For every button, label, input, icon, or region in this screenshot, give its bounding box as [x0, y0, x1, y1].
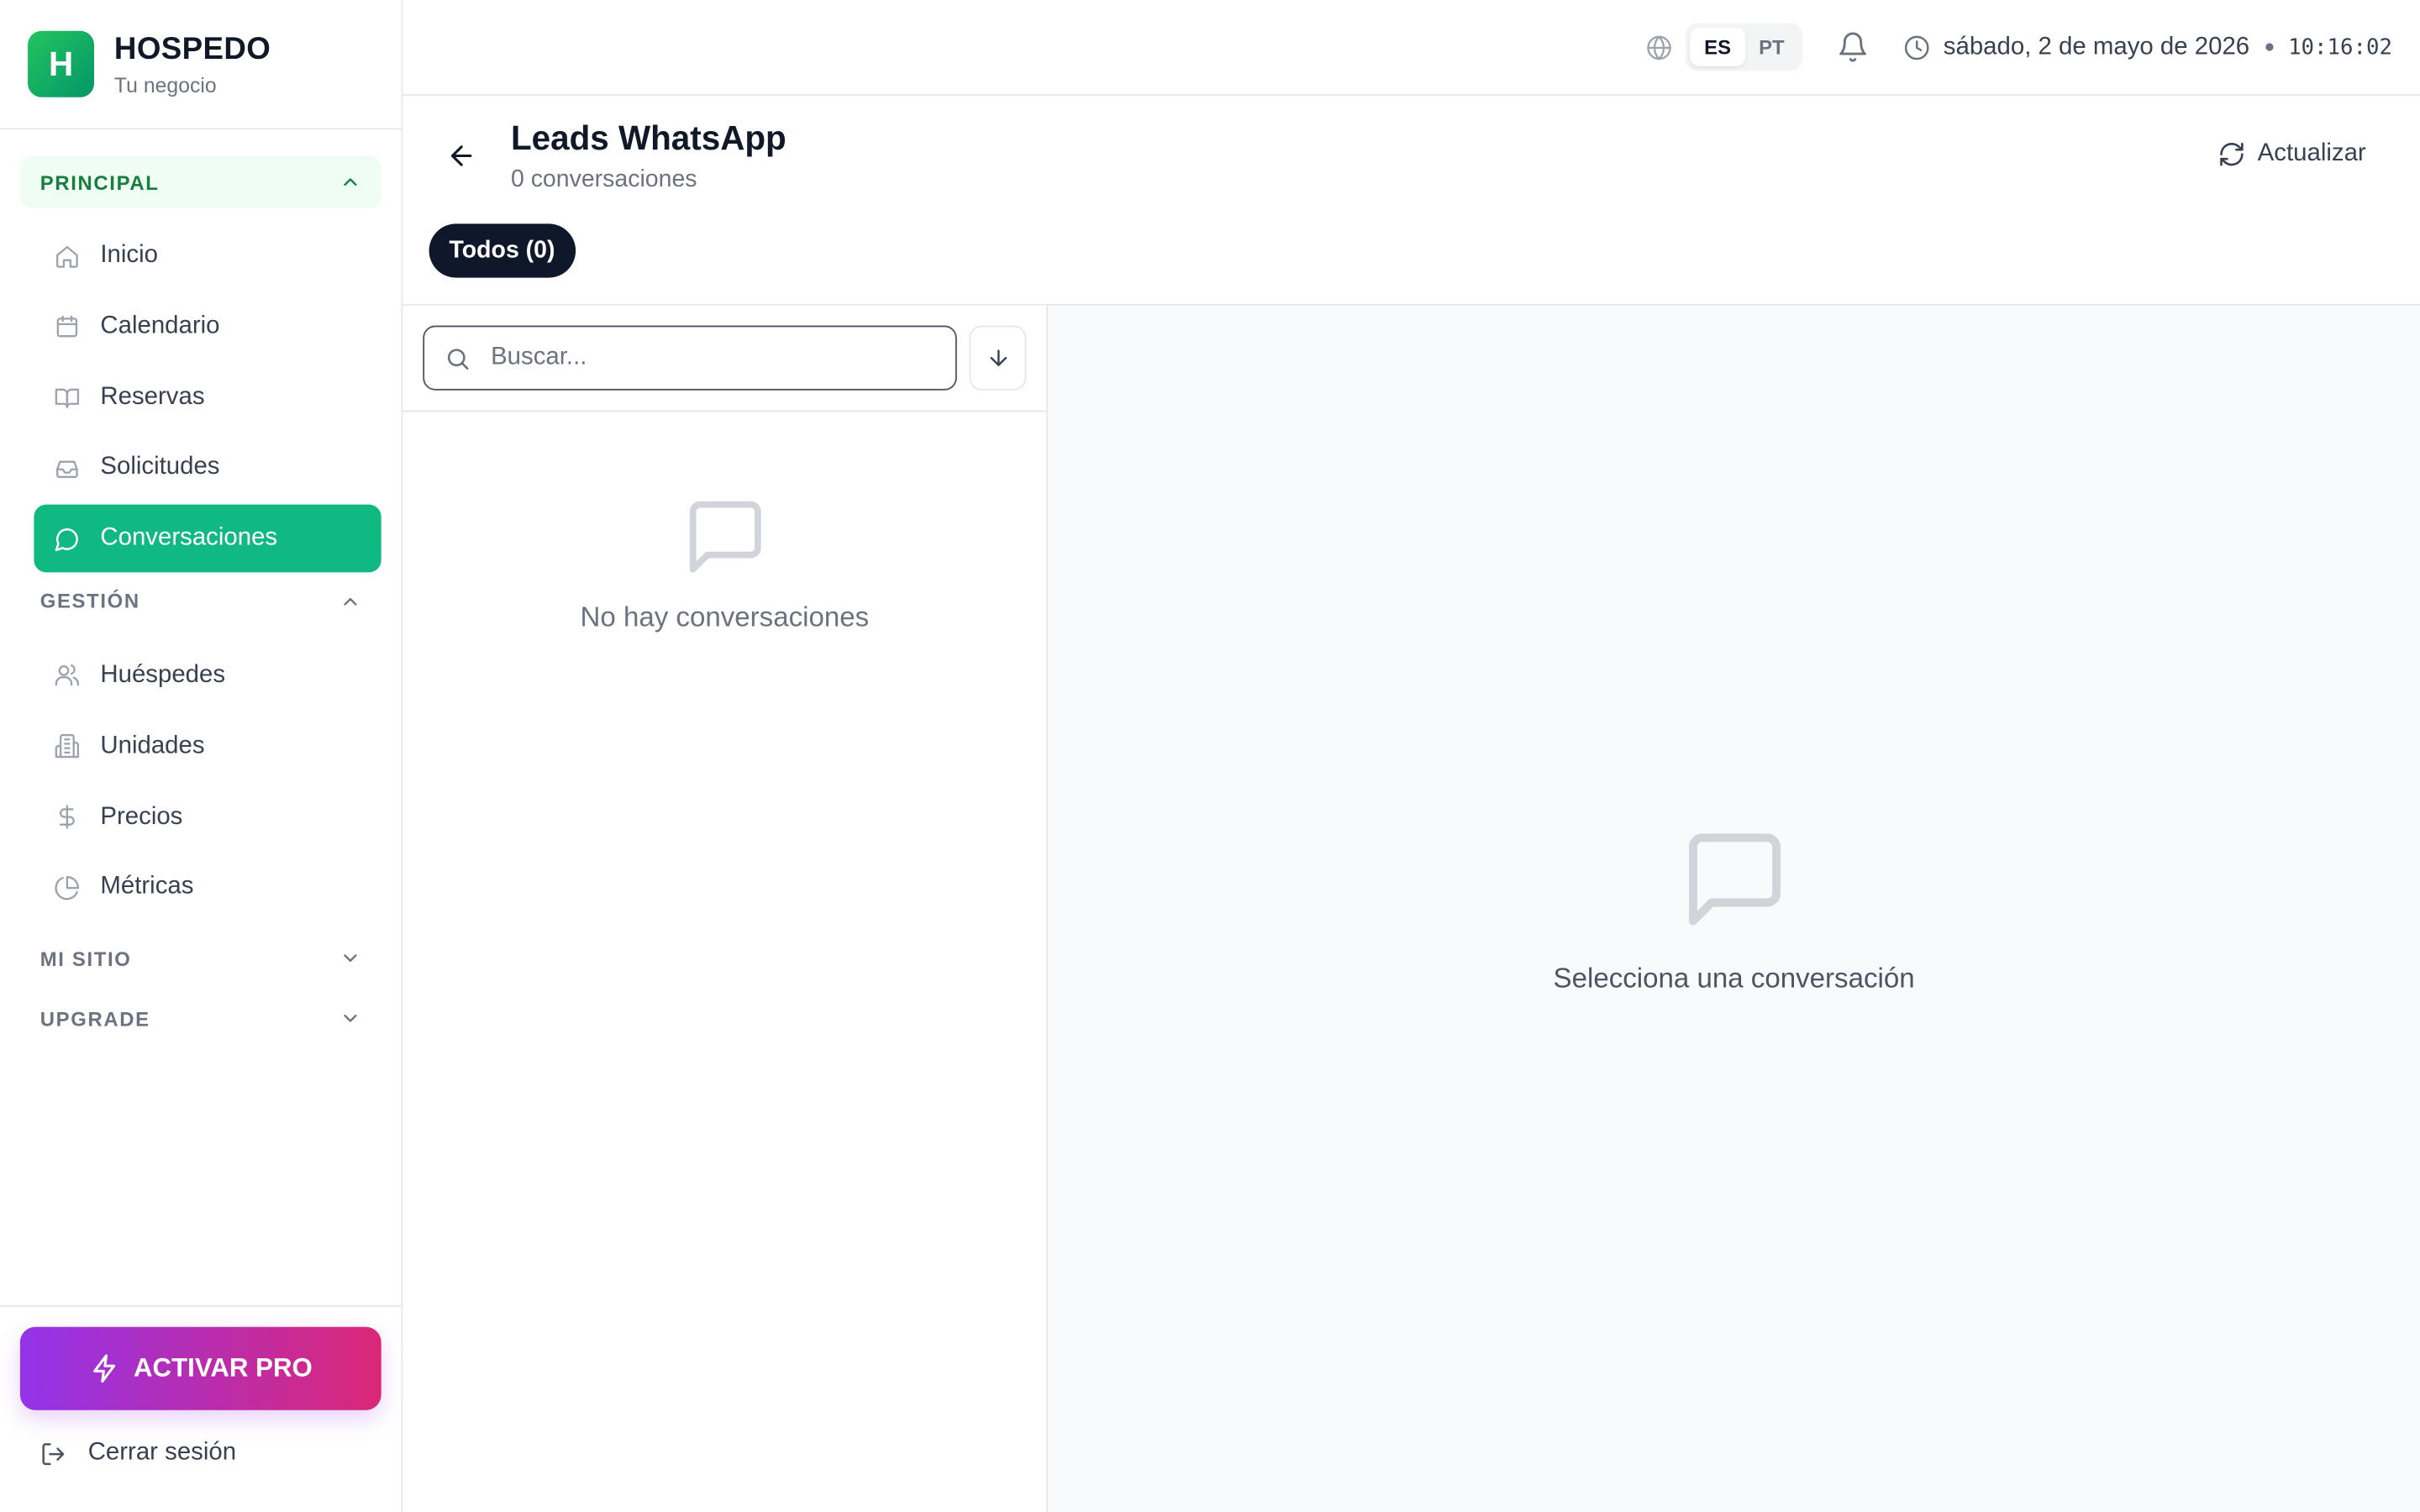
sidebar-item-label: Conversaciones — [100, 524, 278, 552]
sidebar-item-solicitudes[interactable]: Solicitudes — [34, 434, 381, 502]
sidebar-item-conversaciones[interactable]: Conversaciones — [34, 504, 381, 573]
current-date: sábado, 2 de mayo de 2026 — [1943, 33, 2250, 60]
arrow-left-icon[interactable] — [446, 140, 477, 171]
logout-button[interactable]: Cerrar sesión — [40, 1440, 236, 1467]
section-title: GESTIÓN — [39, 590, 140, 614]
conversation-detail-pane: Selecciona una conversación — [1048, 305, 2420, 1512]
empty-list-state: No hay conversaciones — [402, 494, 1046, 634]
calendar-icon — [56, 316, 78, 338]
bell-icon[interactable] — [1837, 31, 1870, 64]
building-icon — [55, 734, 80, 759]
inbox-icon — [56, 460, 78, 478]
arrow-down-icon — [989, 349, 1007, 366]
brand-name: HOSPEDO — [113, 31, 271, 66]
main-area: ES PT sábado, 2 de mayo de 2026 10:16:02… — [402, 0, 2420, 1512]
book-icon — [55, 388, 80, 409]
page-header: Leads WhatsApp 0 conversaciones Actualiz… — [402, 96, 2420, 306]
message-square-icon — [688, 501, 760, 573]
page-subtitle: 0 conversaciones — [510, 166, 697, 193]
empty-detail-text: Selecciona una conversación — [1553, 963, 1915, 994]
brand-subtitle: Tu negocio — [113, 73, 217, 97]
brand-logo: H — [28, 30, 95, 97]
lang-pt-button[interactable]: PT — [1745, 28, 1799, 66]
message-icon — [55, 528, 78, 551]
section-title: UPGRADE — [39, 1006, 150, 1031]
sidebar-item-unidades[interactable]: Unidades — [34, 712, 381, 780]
search-icon — [447, 348, 469, 370]
chevron-up-icon — [344, 597, 357, 606]
empty-detail-state: Selecciona una conversación — [1048, 824, 2420, 995]
topbar: ES PT sábado, 2 de mayo de 2026 10:16:02 — [402, 0, 2420, 96]
sidebar-footer: ACTIVAR PRO Cerrar sesión — [0, 1305, 402, 1512]
pie-chart-icon — [55, 875, 80, 900]
sidebar: H HOSPEDO Tu negocio PRINCIPAL Inicio Ca… — [0, 0, 403, 1512]
sidebar-item-huespedes[interactable]: Huéspedes — [34, 642, 381, 710]
section-principal-toggle[interactable]: PRINCIPAL — [19, 155, 381, 208]
search-row — [402, 306, 1047, 412]
section-gestion-toggle[interactable]: GESTIÓN — [20, 575, 381, 627]
sidebar-item-inicio[interactable]: Inicio — [34, 222, 381, 290]
section-upgrade-toggle[interactable]: UPGRADE — [20, 992, 381, 1044]
sidebar-item-reservas[interactable]: Reservas — [34, 364, 381, 432]
logout-icon — [42, 1442, 65, 1465]
sidebar-item-label: Precios — [100, 803, 183, 830]
zap-icon — [92, 1354, 115, 1383]
sidebar-item-label: Calendario — [100, 312, 220, 339]
sidebar-item-label: Reservas — [100, 383, 205, 410]
section-mi-sitio-toggle[interactable]: MI SITIO — [20, 932, 381, 984]
users-icon — [55, 664, 80, 687]
conversation-list-pane: No hay conversaciones — [402, 305, 1049, 1512]
clock-icon — [1905, 34, 1929, 60]
sidebar-item-label: Métricas — [100, 874, 194, 900]
sidebar-item-calendario[interactable]: Calendario — [34, 293, 381, 361]
sidebar-item-label: Huéspedes — [100, 661, 226, 689]
language-switcher: ES PT — [1686, 23, 1803, 71]
filter-chip-todos[interactable]: Todos (0) — [429, 223, 576, 278]
chevron-down-icon — [344, 1015, 357, 1022]
sort-button[interactable] — [969, 325, 1027, 391]
chevron-down-icon — [344, 954, 357, 963]
logout-label: Cerrar sesión — [87, 1439, 237, 1466]
refresh-label: Actualizar — [2257, 140, 2366, 167]
sidebar-item-label: Unidades — [100, 732, 205, 759]
section-title: PRINCIPAL — [39, 170, 160, 194]
activate-pro-label: ACTIVAR PRO — [133, 1352, 313, 1383]
search-input[interactable] — [491, 344, 939, 372]
home-icon — [56, 245, 78, 267]
sidebar-item-precios[interactable]: Precios — [34, 783, 381, 851]
content-split: No hay conversaciones Selecciona una con… — [402, 305, 2420, 1512]
section-title: MI SITIO — [39, 947, 132, 970]
refresh-button[interactable]: Actualizar — [2217, 140, 2366, 168]
refresh-icon — [2219, 142, 2244, 166]
dollar-icon — [59, 805, 75, 829]
search-box — [423, 325, 957, 391]
sidebar-item-label: Inicio — [100, 242, 159, 269]
chevron-up-icon — [344, 178, 357, 186]
empty-list-text: No hay conversaciones — [580, 601, 870, 633]
brand[interactable]: H HOSPEDO Tu negocio — [0, 0, 402, 130]
lang-es-button[interactable]: ES — [1690, 28, 1745, 66]
page-title: Leads WhatsApp — [510, 118, 786, 158]
current-time: 10:16:02 — [2288, 34, 2392, 60]
message-square-icon — [1688, 833, 1781, 926]
globe-icon — [1647, 34, 1672, 60]
activate-pro-button[interactable]: ACTIVAR PRO — [19, 1326, 381, 1410]
sidebar-item-label: Solicitudes — [100, 454, 220, 480]
separator-dot — [2265, 43, 2273, 51]
sidebar-item-metricas[interactable]: Métricas — [34, 853, 381, 921]
